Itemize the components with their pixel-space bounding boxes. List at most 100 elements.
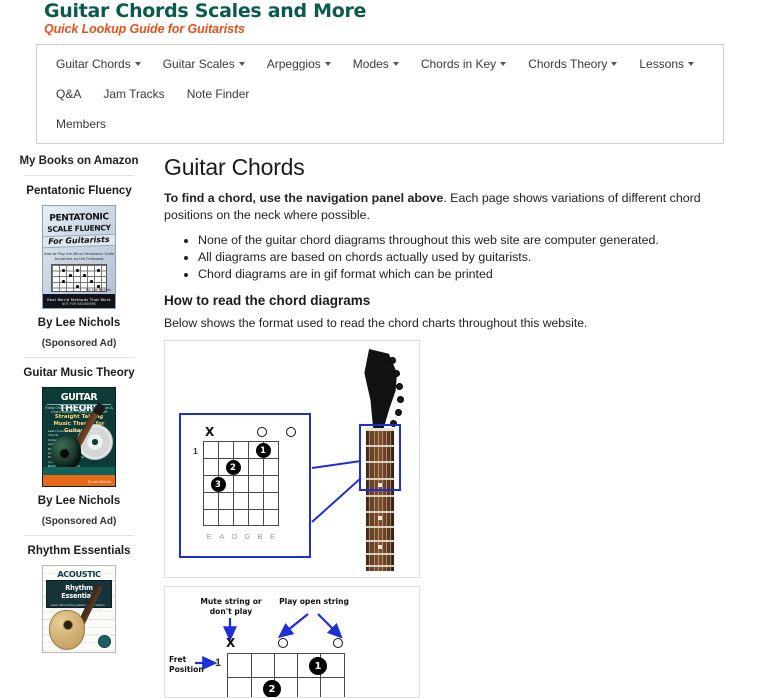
book-cover-image-rhythm-essentials[interactable]: ACOUSTIC GUITAR Rhythm Essentials Learn … [42,565,116,653]
cover-byline: By Lee Nichols [86,288,111,292]
nav-label: Chords in Key [420,57,497,71]
sidebar-book-rhythm-essentials[interactable]: Rhythm Essentials ACOUSTIC GUITAR Rhythm… [14,544,144,653]
nav-item-chords-theory[interactable]: Chords Theory [517,49,628,79]
nav-item-lessons[interactable]: Lessons [628,49,705,79]
page-title: Guitar Chords [164,154,305,180]
annotation-line2: Position [169,664,204,674]
sidebar-book-guitar-music-theory[interactable]: Guitar Music Theory GUITAR THEORY Triads… [14,366,144,527]
sound-hole-graphic [63,620,73,630]
chevron-down-icon [392,62,399,66]
book-title: Guitar Music Theory [23,367,135,379]
string-label: A [219,532,225,541]
tuner-peg [395,409,402,416]
chevron-down-icon [324,62,331,66]
string-label: B [257,532,263,541]
book-title: Pentatonic Fluency [26,185,132,197]
book-cover-image-pentatonic[interactable]: PENTATONIC SCALE FLUENCY For Guitarists … [42,205,116,309]
chevron-down-icon [238,62,245,66]
chord-grid-wrap: 1 2 3 E A D G B E [203,441,279,541]
chevron-down-icon [134,62,141,66]
fret-inlay-marker [378,545,382,549]
finger-dot-1: 1 [255,443,271,458]
string-name-labels: E A D G B E [203,532,279,541]
page-body: My Books on Amazon Pentatonic Fluency PE… [0,144,760,698]
main-navigation: Guitar Chords Guitar Scales Arpeggios Mo… [36,44,724,144]
sidebar-book-pentatonic-fluency[interactable]: Pentatonic Fluency PENTATONIC SCALE FLUE… [14,184,144,349]
nav-label: Q&A [56,87,82,101]
string-marker-o [257,427,267,437]
annotation-line2: don't play [209,606,253,616]
intro-paragraph: To find a chord, use the navigation pane… [164,190,750,223]
book-title: Rhythm Essentials [27,545,131,557]
string-marker-x: X [205,425,215,439]
cover-panel: Rhythm Essentials Learn strumming patter… [46,580,112,615]
sidebar-divider [24,357,134,358]
book-cover-wrap: ACOUSTIC GUITAR Rhythm Essentials Learn … [14,565,144,653]
annotation-play-open-string: Play open string [279,597,349,606]
nav-item-qa[interactable]: Q&A [45,79,92,109]
string-marker-o [286,427,296,437]
finger-dot-1: 1 [309,657,327,675]
tuner-peg [393,370,400,377]
cover-subtitle: How to Play the Minor Pentatonic Scale A… [43,252,115,261]
section-note: Below shows the format used to read the … [164,316,588,330]
nav-item-note-finder[interactable]: Note Finder [176,79,261,109]
finger-dot-3: 3 [210,477,226,492]
fret-position-number: 1 [193,446,198,456]
facts-list: None of the guitar chord diagrams throug… [164,232,750,283]
sidebar-divider [24,535,134,536]
nav-item-guitar-chords[interactable]: Guitar Chords [45,49,152,79]
chevron-down-icon [611,62,618,66]
nav-row-primary: Guitar Chords Guitar Scales Arpeggios Mo… [37,49,723,109]
sidebar-heading: My Books on Amazon [19,155,139,167]
sidebar-divider [24,175,134,176]
figure-chord-diagram-explained: X 1 1 2 3 E A D G B E [164,340,420,578]
string-label: E [206,532,212,541]
nav-row-secondary: Members [37,109,723,139]
tuner-peg [397,396,404,403]
cover-footer-line2: NOT FOR BEGINNERS [61,302,97,306]
chevron-down-icon [688,62,695,66]
nav-label: Arpeggios [266,57,321,71]
string-marker-o [278,638,288,648]
nav-label: Lessons [639,57,685,71]
nav-label: Note Finder [186,87,250,101]
sponsored-label: (Sponsored Ad) [41,338,117,349]
figure-chord-diagram-annotations: Mute string or don't play Play open stri… [164,586,420,698]
section-subheading: How to read the chord diagrams [164,293,371,308]
book-cover-wrap: GUITAR THEORY Triads Chords Scales Chord… [14,387,144,487]
nav-item-jam-tracks[interactable]: Jam Tracks [92,79,175,109]
guitar-neck-photo [359,349,407,571]
cover-line2: Straight Talking [54,414,104,420]
nav-item-chords-in-key[interactable]: Chords in Key [410,49,517,79]
nav-item-members[interactable]: Members [45,109,117,139]
list-item: Chord diagrams are in gif format which c… [198,266,750,283]
nav-item-guitar-scales[interactable]: Guitar Scales [152,49,256,79]
main-content: Guitar Chords To find a chord, use the n… [150,144,760,698]
book-cover-wrap: PENTATONIC SCALE FLUENCY For Guitarists … [14,205,144,309]
finger-dot-2: 2 [225,460,241,475]
string-label: D [231,532,238,541]
site-tagline: Quick Lookup Guide for Guitarists [44,22,245,36]
nav-item-modes[interactable]: Modes [342,49,410,79]
chord-grid: 1 2 3 [203,441,279,526]
nav-label: Modes [352,57,389,71]
site-title: Guitar Chords Scales and More [44,0,367,22]
chord-grid: 1 2 [227,653,345,697]
nav-label: Guitar Chords [56,57,131,71]
neck-highlight-box [359,424,401,491]
annotation-fret-position: Fret Position [169,655,204,674]
cover-badge [98,635,111,648]
string-label: E [270,532,276,541]
string-marker-o [333,638,343,648]
guitar-pickup-graphic [60,449,69,458]
fret-position-number: 1 [215,657,222,669]
tuner-peg [389,357,396,364]
book-cover-image-guitar-theory[interactable]: GUITAR THEORY Triads Chords Scales Chord… [42,387,116,487]
nav-item-arpeggios[interactable]: Arpeggios [256,49,342,79]
intro-bold: To find a chord, use the navigation pane… [164,191,444,205]
sponsored-label: (Sponsored Ad) [41,516,117,527]
nav-label: Members [56,117,107,131]
cover-byline: By Lee Nichols [87,480,111,484]
list-item: None of the guitar chord diagrams throug… [198,232,750,249]
